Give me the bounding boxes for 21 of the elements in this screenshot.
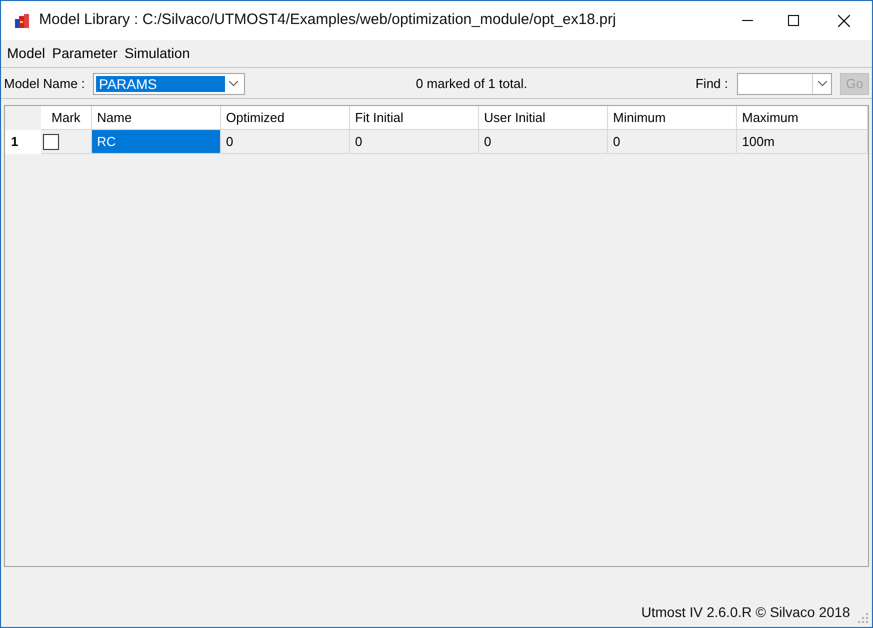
table-cell: 0	[479, 130, 608, 154]
row-number: 1	[5, 130, 41, 154]
field-label: Find :	[695, 74, 728, 93]
marked-count: 0 marked of 1 total.	[416, 74, 528, 93]
table-cell[interactable]: RC	[92, 130, 221, 154]
find-dropdown[interactable]	[737, 72, 832, 94]
close-icon	[838, 14, 850, 26]
field-label: Model Name :	[4, 74, 85, 93]
resize-grip-icon[interactable]	[858, 613, 868, 623]
menu-item[interactable]: Simulation	[122, 43, 193, 64]
status-text: Utmost IV 2.6.0.R © Silvaco 2018	[641, 603, 850, 622]
app-icon	[14, 12, 30, 28]
table-cell: 0	[221, 130, 350, 154]
menu-item[interactable]: Parameter	[49, 43, 120, 64]
menu-item[interactable]: Model	[4, 43, 48, 64]
table-cell: 0	[608, 130, 737, 154]
table-cell: 100m	[737, 130, 868, 154]
window-title: Model Library : C:/Silvaco/UTMOST4/Examples/web/optimization_module/opt_ex18.prj	[39, 10, 616, 30]
model-name-dropdown[interactable]: PARAMS	[92, 72, 245, 94]
table-cell: 0	[350, 130, 479, 154]
mark-checkbox[interactable]	[43, 134, 59, 150]
